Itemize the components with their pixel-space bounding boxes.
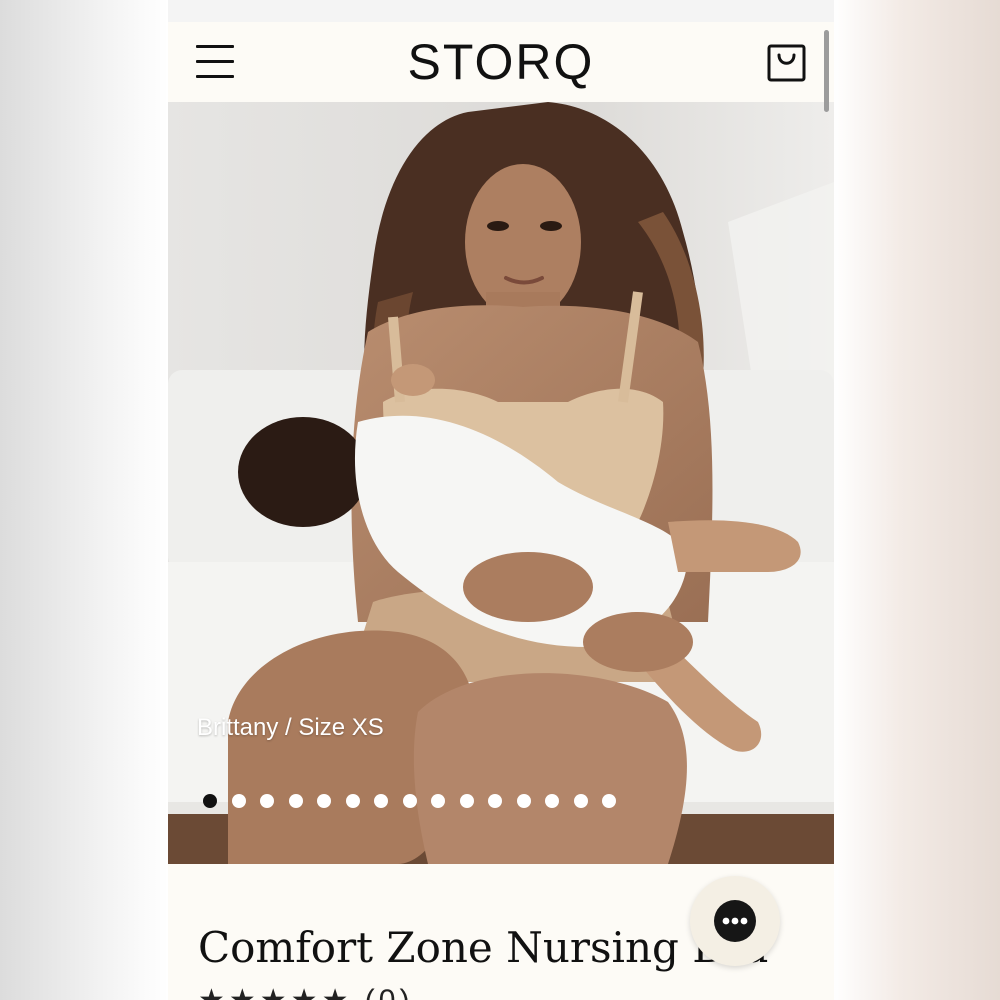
carousel-dot[interactable] bbox=[203, 794, 217, 808]
carousel-dot[interactable] bbox=[488, 794, 502, 808]
hamburger-menu-icon-bar bbox=[196, 75, 234, 78]
chat-button[interactable] bbox=[690, 876, 780, 966]
carousel-pagination bbox=[203, 794, 616, 810]
carousel-dot[interactable] bbox=[516, 794, 531, 808]
menu-button[interactable] bbox=[194, 42, 236, 82]
product-photo bbox=[168, 102, 834, 864]
browser-top-strip bbox=[168, 0, 834, 23]
phone-screen: STORQ Brittany / Size XS Comfort Zone Nu… bbox=[168, 0, 834, 1000]
brand-logo[interactable]: STORQ bbox=[401, 34, 601, 90]
hamburger-menu-icon-bar bbox=[196, 60, 234, 63]
cart-button[interactable] bbox=[766, 42, 808, 84]
product-rating[interactable]: ★★★★★ (0) bbox=[198, 986, 413, 1000]
carousel-dot[interactable] bbox=[288, 794, 303, 808]
hamburger-menu-icon bbox=[196, 45, 234, 48]
model-size-caption: Brittany / Size XS bbox=[197, 714, 384, 741]
carousel-dot[interactable] bbox=[459, 794, 474, 808]
carousel-dot[interactable] bbox=[317, 794, 331, 808]
carousel-dot[interactable] bbox=[345, 794, 360, 808]
carousel-dot[interactable] bbox=[573, 794, 588, 808]
carousel-dot[interactable] bbox=[402, 794, 417, 808]
carousel-dot[interactable] bbox=[374, 794, 388, 808]
carousel-dot[interactable] bbox=[260, 794, 274, 808]
carousel-dot[interactable] bbox=[431, 794, 445, 808]
shopping-bag-icon bbox=[767, 44, 806, 82]
chat-bubble-icon bbox=[714, 900, 756, 942]
chat-dots-icon bbox=[722, 917, 748, 925]
carousel-dot[interactable] bbox=[231, 794, 246, 808]
product-image-carousel[interactable]: Brittany / Size XS bbox=[168, 102, 834, 864]
page-scrollbar[interactable] bbox=[824, 30, 829, 112]
carousel-dot[interactable] bbox=[545, 794, 559, 808]
site-header: STORQ bbox=[168, 22, 834, 102]
carousel-dot[interactable] bbox=[602, 794, 616, 808]
